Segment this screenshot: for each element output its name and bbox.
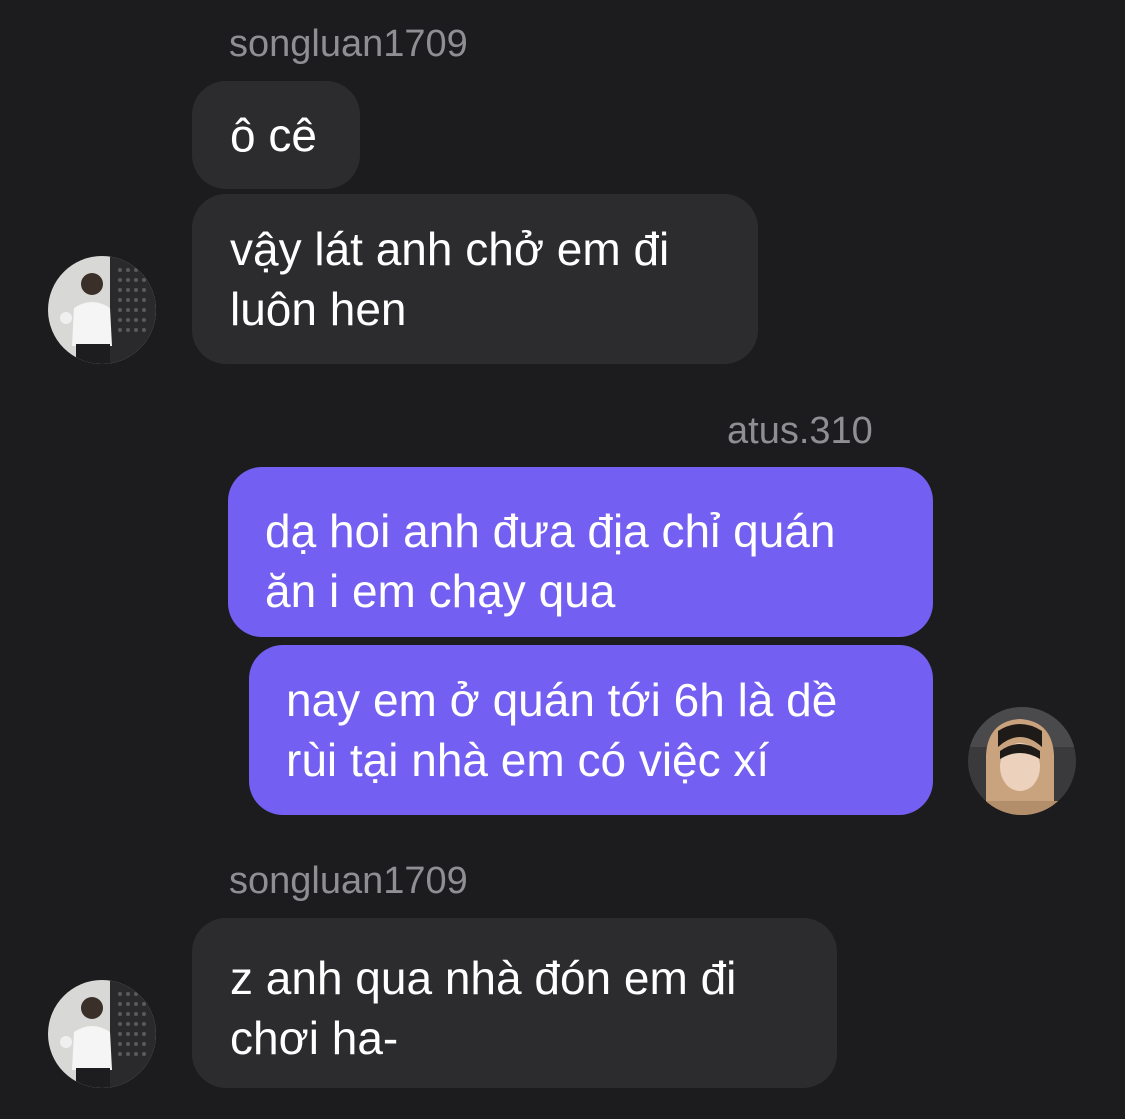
sender-name-songluan1709: songluan1709 (229, 23, 468, 65)
message-bubble-outgoing[interactable]: dạ hoi anh đưa địa chỉ quán ăn i em chạy… (228, 467, 933, 637)
avatar-songluan1709[interactable] (48, 256, 156, 364)
profile-photo-icon (48, 980, 156, 1088)
message-bubble-incoming[interactable]: ô cê (192, 81, 360, 189)
profile-photo-icon (48, 256, 156, 364)
sender-name-songluan1709: songluan1709 (229, 860, 468, 902)
avatar-atus310[interactable] (968, 707, 1076, 815)
message-bubble-outgoing[interactable]: nay em ở quán tới 6h là dề rùi tại nhà e… (249, 645, 933, 815)
message-bubble-incoming[interactable]: vậy lát anh chở em đi luôn hen (192, 194, 758, 364)
message-bubble-incoming[interactable]: z anh qua nhà đón em đi chơi ha- (192, 918, 837, 1088)
profile-photo-icon (968, 707, 1076, 815)
sender-name-atus310: atus.310 (727, 410, 873, 452)
avatar-songluan1709[interactable] (48, 980, 156, 1088)
chat-thread: songluan1709 ô cê vậy lát anh chở em đi … (0, 0, 1125, 1119)
